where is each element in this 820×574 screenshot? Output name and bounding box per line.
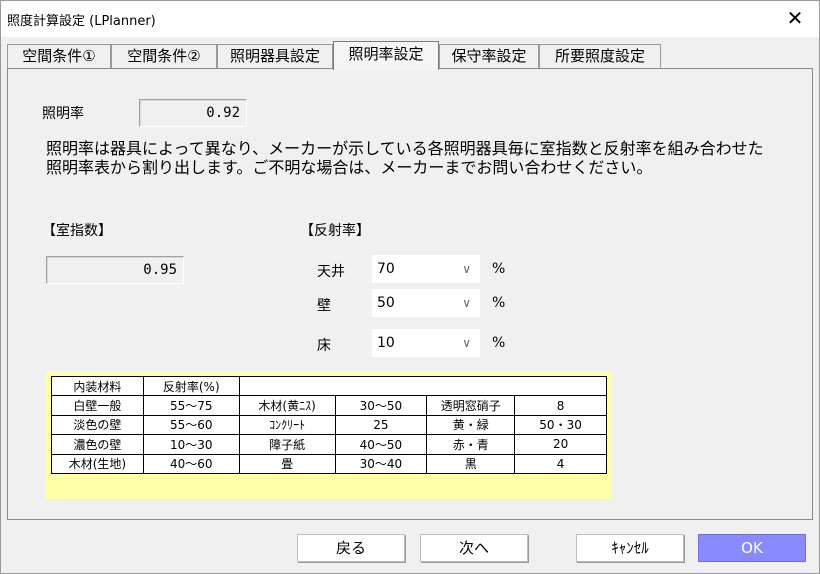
table-header-row: 内装材料 反射率(%) — [51, 375, 608, 397]
reflectance-heading: 【反射率】 — [300, 223, 370, 239]
table-cell: 透明窓硝子 — [426, 395, 516, 416]
table-cell: 障子紙 — [238, 434, 336, 455]
table-cell: 赤・青 — [426, 434, 516, 455]
reflectance-reference-table: 内装材料 反射率(%) 白壁一般 55～75 木材(黄ﾆｽ) 30～50 透明窓… — [51, 375, 608, 474]
ceiling-label: 天井 — [317, 264, 345, 280]
chevron-down-icon: ∨ — [462, 296, 471, 310]
table-cell: 淡色の壁 — [51, 414, 144, 436]
table-cell: 50・30 — [514, 414, 607, 436]
wall-reflectance-select[interactable]: 50 ∨ — [372, 289, 480, 317]
chevron-down-icon: ∨ — [462, 262, 471, 276]
floor-reflectance-select[interactable]: 10 ∨ — [372, 329, 480, 357]
utilization-value-field: 0.92 — [139, 99, 247, 127]
utilization-label: 照明率 — [42, 106, 84, 122]
ceiling-unit: % — [492, 261, 506, 277]
reflectance-reference-frame: 内装材料 反射率(%) 白壁一般 55～75 木材(黄ﾆｽ) 30～50 透明窓… — [46, 371, 612, 499]
back-button[interactable]: 戻る — [297, 534, 405, 562]
table-cell: 4 — [514, 453, 607, 474]
table-cell: 55～60 — [142, 414, 240, 436]
next-button[interactable]: 次へ — [420, 534, 528, 562]
wall-reflectance-value: 50 — [377, 295, 395, 311]
table-cell: 30～40 — [334, 453, 428, 474]
table-cell: 55～75 — [142, 395, 240, 416]
table-cell: 黒 — [426, 453, 516, 474]
table-cell: 木材(生地) — [51, 453, 144, 474]
tab-space-condition-2[interactable]: 空間条件② — [111, 44, 217, 69]
table-cell: 8 — [514, 395, 607, 416]
room-index-heading: 【室指数】 — [42, 223, 112, 239]
cancel-button[interactable]: ｷｬﾝｾﾙ — [576, 534, 684, 562]
ok-button[interactable]: OK — [698, 534, 806, 562]
dialog-window: 照度計算設定 (LPlanner) ✕ 空間条件① 空間条件② 照明器具設定 照… — [0, 0, 820, 574]
floor-unit: % — [492, 335, 506, 351]
tab-required-illuminance[interactable]: 所要照度設定 — [539, 44, 661, 69]
table-cell: 畳 — [238, 453, 336, 474]
close-icon[interactable]: ✕ — [783, 5, 807, 31]
table-cell: ｺﾝｸﾘｰﾄ — [238, 414, 336, 436]
table-cell: 10～30 — [142, 434, 240, 455]
wall-label: 壁 — [317, 298, 331, 314]
table-cell: 濃色の壁 — [51, 434, 144, 455]
room-index-field: 0.95 — [46, 256, 184, 284]
table-cell: 白壁一般 — [51, 395, 144, 416]
table-cell: 25 — [334, 414, 428, 436]
tab-maintenance-settings[interactable]: 保守率設定 — [439, 44, 539, 69]
table-cell: 20 — [514, 434, 607, 455]
table-row: 木材(生地) 40～60 畳 30～40 黒 4 — [51, 453, 607, 474]
table-cell: 40～60 — [142, 453, 240, 474]
description-text: 照明率は器具によって異なり、メーカーが示している各照明器具毎に室指数と反射率を組… — [46, 139, 764, 177]
table-cell: 40～50 — [334, 434, 428, 455]
table-cell: 黄・緑 — [426, 414, 516, 436]
table-header-empty — [238, 375, 608, 397]
table-cell: 30～50 — [334, 395, 428, 416]
table-row: 濃色の壁 10～30 障子紙 40～50 赤・青 20 — [51, 434, 607, 455]
tab-utilization-settings[interactable]: 照明率設定 — [333, 41, 439, 70]
table-row: 白壁一般 55～75 木材(黄ﾆｽ) 30～50 透明窓硝子 8 — [51, 395, 607, 416]
ceiling-reflectance-value: 70 — [377, 261, 395, 277]
tab-fixture-settings[interactable]: 照明器具設定 — [217, 44, 333, 69]
tab-panel: 照明率 0.92 照明率は器具によって異なり、メーカーが示している各照明器具毎に… — [7, 68, 813, 520]
table-row: 淡色の壁 55～60 ｺﾝｸﾘｰﾄ 25 黄・緑 50・30 — [51, 414, 607, 436]
floor-reflectance-value: 10 — [377, 335, 395, 351]
table-header-cell: 内装材料 — [51, 375, 144, 397]
wall-unit: % — [492, 295, 506, 311]
title-bar: 照度計算設定 (LPlanner) ✕ — [1, 1, 819, 37]
ceiling-reflectance-select[interactable]: 70 ∨ — [372, 255, 480, 283]
window-title: 照度計算設定 (LPlanner) — [7, 14, 156, 29]
table-header-cell: 反射率(%) — [142, 375, 240, 397]
chevron-down-icon: ∨ — [462, 336, 471, 350]
table-cell: 木材(黄ﾆｽ) — [238, 395, 336, 416]
tab-space-condition-1[interactable]: 空間条件① — [7, 44, 111, 69]
floor-label: 床 — [317, 338, 331, 354]
